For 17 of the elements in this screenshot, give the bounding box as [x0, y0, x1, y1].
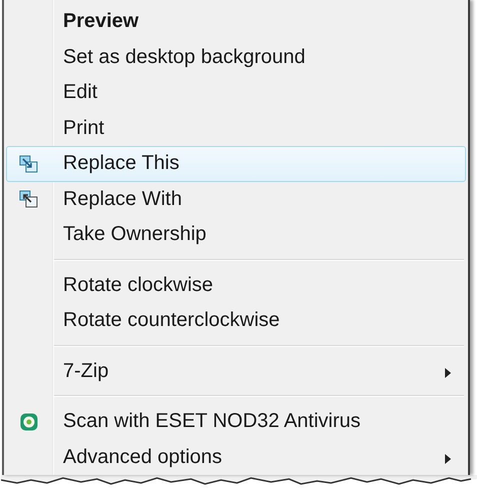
menu-item[interactable]: Replace With — [6, 182, 466, 217]
menu-item[interactable]: Rotate clockwise — [6, 268, 466, 303]
menu-item[interactable]: Advanced options — [6, 440, 466, 475]
replace-icon — [19, 190, 39, 208]
submenu-arrow-icon — [445, 368, 451, 378]
menu-item[interactable]: Edit — [6, 75, 466, 110]
antivirus-icon — [20, 412, 38, 431]
replace-icon — [19, 154, 39, 173]
menu-item[interactable]: Preview — [6, 4, 466, 40]
menu-item[interactable]: Replace This — [6, 146, 466, 182]
menu-item[interactable]: Rotate counterclockwise — [6, 303, 466, 338]
menu-item[interactable]: Take Ownership — [6, 217, 466, 252]
submenu-arrow-icon — [445, 454, 451, 464]
menu-item[interactable]: Scan with ESET NOD32 Antivirus — [6, 404, 466, 440]
menu-item[interactable]: 7-Zip — [6, 354, 466, 389]
menu-item[interactable]: Print — [6, 110, 466, 146]
menu-item[interactable]: Set as desktop background — [6, 40, 466, 75]
